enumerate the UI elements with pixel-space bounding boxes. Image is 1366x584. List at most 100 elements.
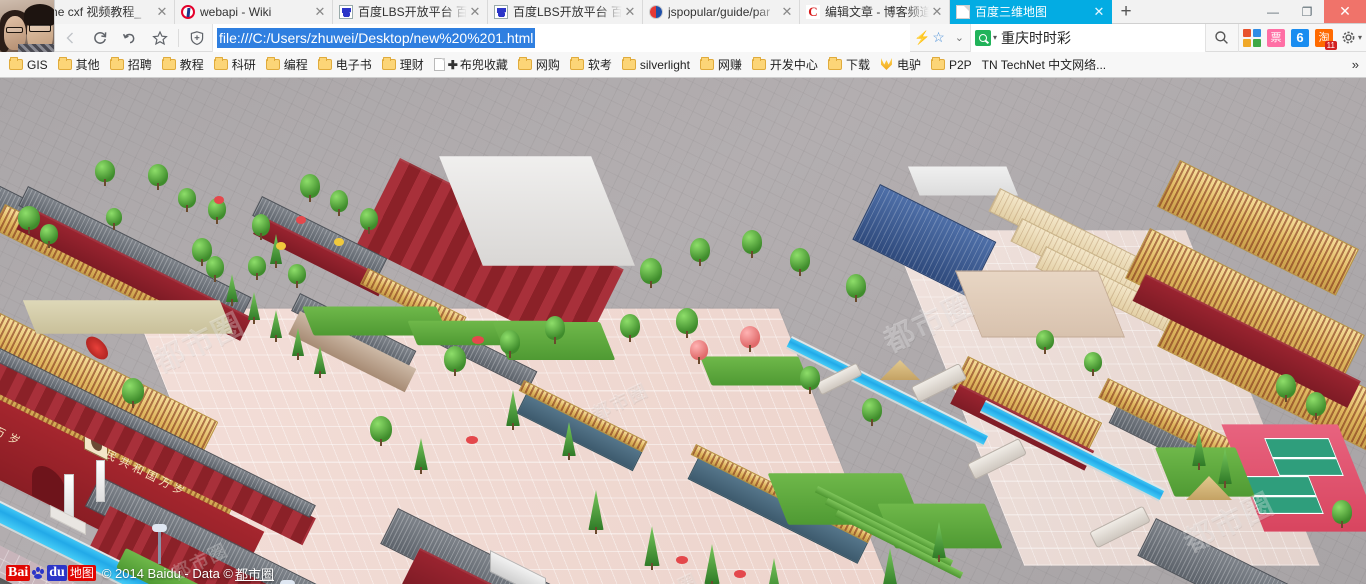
bookmark-ruankao[interactable]: 软考 [565, 52, 617, 77]
flower-bed [676, 556, 688, 564]
map-data-provider-link[interactable]: 都市圈 [235, 567, 274, 582]
bookmark-keyan[interactable]: 科研 [209, 52, 261, 77]
tree-conifer [246, 292, 262, 324]
bookmark-kaifazhongxin[interactable]: 开发中心 [747, 52, 823, 77]
bookmark-licai[interactable]: 理财 [377, 52, 429, 77]
tree-conifer [880, 548, 900, 584]
baidu-3d-map-viewport[interactable]: 和国万岁 民共和国万岁 都市圈 都市圈 都市圈 都市圈 都市圈 Bai du 地… [0, 78, 1366, 584]
apps-grid-icon[interactable] [1242, 28, 1261, 47]
bookmark-budou-shoucang[interactable]: ✚ 布兜收藏 [429, 52, 513, 77]
flower-bed [214, 196, 224, 204]
folder-icon [213, 57, 228, 70]
undo-icon[interactable] [115, 24, 145, 52]
window-controls: — ❐ ✕ [1256, 0, 1366, 23]
browser-tab-1-close-icon[interactable]: ✕ [312, 5, 328, 19]
baidu-map-logo[interactable]: Bai du 地图 [6, 565, 96, 581]
tree [40, 224, 58, 248]
bookmark-p2p[interactable]: P2P [926, 52, 977, 77]
bookmark-jiaocheng[interactable]: 教程 [157, 52, 209, 77]
chevron-down-icon[interactable]: ⌄ [949, 31, 970, 44]
reload-icon[interactable] [85, 24, 115, 52]
back-icon[interactable] [55, 24, 85, 52]
bookmark-zhaopin[interactable]: 招聘 [105, 52, 157, 77]
bookmark-wanggou[interactable]: 网购 [513, 52, 565, 77]
tree [790, 248, 810, 276]
bookmark-dianlv[interactable]: 电驴 [875, 52, 926, 77]
tree-conifer [268, 234, 284, 268]
bookmark-label: 科研 [231, 58, 256, 72]
map-attribution: Bai du 地图 © 2014 Baidu - Data © 都市圈 [0, 562, 280, 584]
lamp-head-2 [280, 580, 295, 584]
browser-tab-2[interactable]: 百度LBS开放平台 百度 ✕ [333, 0, 488, 24]
bookmark-star-icon[interactable] [145, 24, 175, 52]
browser-tab-5-close-icon[interactable]: ✕ [929, 5, 945, 19]
browser-tab-4-label: jspopular/guide/par [668, 4, 771, 19]
six-extension-icon[interactable]: 6 [1290, 28, 1309, 47]
browser-tab-1[interactable]: webapi - Wiki ✕ [175, 0, 333, 24]
bookmark-wangzhuan[interactable]: 网赚 [695, 52, 747, 77]
window-maximize-button[interactable]: ❐ [1290, 0, 1324, 23]
flower-bed [734, 570, 746, 578]
folder-icon [827, 57, 842, 70]
browser-tab-5-label: 编辑文章 - 博客频道 - [825, 4, 929, 19]
search-submit-icon[interactable] [1206, 30, 1238, 45]
tree [18, 206, 40, 234]
address-bar-url[interactable]: file:///C:/Users/zhuwei/Desktop/new%20%2… [217, 27, 536, 48]
folder-icon [569, 57, 584, 70]
browser-tab-4[interactable]: jspopular/guide/par ✕ [643, 0, 800, 24]
document-favicon [956, 5, 970, 19]
search-input[interactable]: 重庆时时彩 [1001, 28, 1071, 48]
folder-icon [109, 57, 124, 70]
bookmark-qita[interactable]: 其他 [53, 52, 105, 77]
new-tab-button[interactable]: + [1112, 0, 1140, 23]
tree [192, 238, 212, 266]
search-engine-icon[interactable] [974, 29, 991, 46]
bookmark-xiazai[interactable]: 下载 [823, 52, 875, 77]
settings-caret-icon[interactable]: ▾ [1358, 33, 1362, 42]
sand-courtyard-east [955, 270, 1125, 338]
shield-plus-icon[interactable] [182, 24, 212, 52]
baidu-favicon [339, 5, 353, 19]
address-bar[interactable]: file:///C:/Users/zhuwei/Desktop/new%20%2… [212, 23, 911, 52]
folder-icon [699, 57, 714, 70]
tree [444, 346, 466, 376]
taobao-icon[interactable]: 淘 11 [1314, 28, 1337, 50]
browser-tab-3-close-icon[interactable]: ✕ [622, 5, 638, 19]
bookmarks-overflow-button[interactable]: » [1345, 57, 1366, 72]
settings-menu-button[interactable]: ▾ [1337, 30, 1366, 45]
bookmark-label: 编程 [283, 58, 308, 72]
baidu-favicon [494, 5, 508, 19]
window-minimize-button[interactable]: — [1256, 0, 1290, 23]
bookmark-label: P2P [948, 57, 972, 72]
browser-tab-3[interactable]: 百度LBS开放平台 百度 ✕ [488, 0, 643, 24]
folder-icon [317, 57, 332, 70]
piao-ticket-icon[interactable]: 票 [1266, 28, 1285, 47]
address-bar-actions: ⚡ ☆ [910, 29, 949, 46]
toolbar-divider [178, 28, 179, 47]
search-box[interactable]: ▾ 重庆时时彩 [969, 23, 1206, 52]
browser-tab-0-close-icon[interactable]: ✕ [154, 5, 170, 19]
browser-tab-6-active[interactable]: 百度三维地图 ✕ [950, 0, 1112, 24]
browser-tab-4-close-icon[interactable]: ✕ [779, 5, 795, 19]
bookmark-gis[interactable]: GIS [4, 52, 53, 77]
bookmark-label: GIS [27, 57, 48, 72]
tree-conifer [764, 558, 784, 584]
browser-tab-2-close-icon[interactable]: ✕ [467, 5, 483, 19]
browser-tab-5[interactable]: C 编辑文章 - 博客频道 - ✕ [800, 0, 950, 24]
tree-conifer [504, 390, 522, 430]
bookmark-biancheng[interactable]: 编程 [261, 52, 313, 77]
lightning-icon[interactable]: ⚡ [914, 30, 930, 46]
bookmark-silverlight[interactable]: silverlight [617, 52, 695, 77]
tree [360, 208, 378, 234]
tree [370, 416, 392, 446]
bookmark-label: 教程 [179, 58, 204, 72]
browser-tab-6-close-icon[interactable]: ✕ [1091, 5, 1107, 19]
star-outline-icon[interactable]: ☆ [932, 29, 945, 46]
folder-icon [265, 57, 280, 70]
webcam-thumbnail[interactable] [0, 0, 55, 52]
window-close-button[interactable]: ✕ [1324, 0, 1366, 23]
search-engine-caret-icon[interactable]: ▾ [993, 33, 997, 42]
bookmark-dianzishu[interactable]: 电子书 [313, 52, 377, 77]
tree-blossom [690, 340, 708, 364]
bookmark-technet[interactable]: TN TechNet 中文网络... [977, 52, 1111, 77]
